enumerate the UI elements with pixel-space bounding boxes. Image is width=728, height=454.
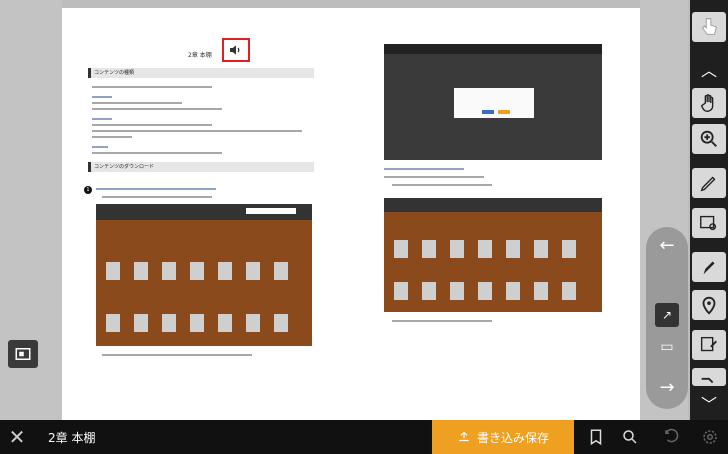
text-line xyxy=(92,146,108,148)
external-link-icon: ↗ xyxy=(661,308,673,322)
settings-button[interactable] xyxy=(698,426,722,448)
bookmark-button[interactable] xyxy=(584,426,608,448)
link-tool-button[interactable] xyxy=(692,368,726,386)
close-button[interactable]: ✕ xyxy=(0,420,34,454)
settings-icon xyxy=(703,430,717,444)
next-page-button[interactable]: → xyxy=(655,375,679,399)
note-icon xyxy=(700,336,717,352)
text-line xyxy=(384,168,464,170)
upload-icon xyxy=(459,431,469,442)
text-line xyxy=(384,176,484,178)
arrow-left-icon: ← xyxy=(659,234,675,256)
scroll-down-button[interactable]: ﹀ xyxy=(692,390,726,416)
chevron-down-icon: ﹀ xyxy=(700,395,717,414)
chevron-up-icon: ︿ xyxy=(700,61,717,80)
bookshelf-screenshot-1 xyxy=(96,204,312,346)
close-icon: ✕ xyxy=(8,425,26,449)
scroll-up-button[interactable]: ︿ xyxy=(692,56,726,82)
text-line xyxy=(392,320,492,322)
text-line xyxy=(92,102,182,104)
pen-icon xyxy=(700,176,716,192)
pointer-tool-button[interactable] xyxy=(692,12,726,42)
document-page: 2章 本棚 コンテンツの種類 コンテンツのダウンロード 1 xyxy=(62,8,640,420)
note-tool-button[interactable] xyxy=(692,330,726,360)
chapter-title: 2章 本棚 xyxy=(48,430,96,445)
spread-icon: ▭ xyxy=(660,339,674,355)
marker-tool-button[interactable] xyxy=(692,252,726,282)
page-navigation: ← ↗ ▭ → xyxy=(646,227,688,409)
text-line xyxy=(92,152,222,154)
pan-tool-button[interactable] xyxy=(692,88,726,118)
side-panel-toggle-button[interactable] xyxy=(8,340,38,368)
reader-app: 2章 本棚 コンテンツの種類 コンテンツのダウンロード 1 ← ↗ ▭ → ︿ … xyxy=(0,0,728,454)
location-tool-button[interactable] xyxy=(692,290,726,320)
zoom-in-icon xyxy=(700,130,717,147)
step-number: 1 xyxy=(84,186,92,194)
text-line xyxy=(92,118,112,120)
spread-toggle-button[interactable]: ▭ xyxy=(655,335,679,359)
text-line xyxy=(92,108,222,110)
save-annotations-label: 書き込み保存 xyxy=(476,430,549,445)
book-search-icon xyxy=(700,215,717,231)
text-line xyxy=(102,354,252,356)
link-icon xyxy=(701,377,714,384)
panel-icon xyxy=(15,348,31,360)
hand-icon xyxy=(700,94,714,112)
text-line xyxy=(92,124,212,126)
bookmark-icon xyxy=(590,429,602,446)
search-button[interactable] xyxy=(618,426,642,448)
prev-page-button[interactable]: ← xyxy=(655,233,679,257)
right-toolbar: ︿ ﹀ xyxy=(690,0,728,420)
speaker-icon xyxy=(230,45,240,55)
dictionary-tool-button[interactable] xyxy=(692,208,726,238)
read-aloud-button[interactable] xyxy=(222,38,250,62)
undo-icon xyxy=(665,428,679,443)
text-line xyxy=(92,136,132,138)
save-annotations-button[interactable]: 書き込み保存 xyxy=(432,420,574,454)
text-line xyxy=(102,196,212,198)
text-line xyxy=(92,86,212,88)
jump-button[interactable]: ↗ xyxy=(655,303,679,327)
arrow-right-icon: → xyxy=(659,376,675,398)
text-line xyxy=(92,130,302,132)
page-heading: 2章 本棚 xyxy=(188,52,212,59)
zoom-tool-button[interactable] xyxy=(692,124,726,154)
pen-tool-button[interactable] xyxy=(692,168,726,198)
undo-button[interactable] xyxy=(660,426,684,448)
text-line xyxy=(392,184,492,186)
text-line xyxy=(92,96,112,98)
location-pin-icon xyxy=(702,296,716,315)
bottom-bar: ✕ 2章 本棚 書き込み保存 xyxy=(0,420,728,454)
marker-icon xyxy=(703,261,715,275)
section-heading-2: コンテンツのダウンロード xyxy=(88,162,314,172)
search-icon xyxy=(623,430,637,444)
text-line xyxy=(96,188,216,190)
bookshelf-screenshot-2 xyxy=(384,198,602,312)
hand-pointer-icon xyxy=(701,18,717,35)
section-heading-1: コンテンツの種類 xyxy=(88,68,314,78)
dialog-screenshot xyxy=(384,44,602,160)
